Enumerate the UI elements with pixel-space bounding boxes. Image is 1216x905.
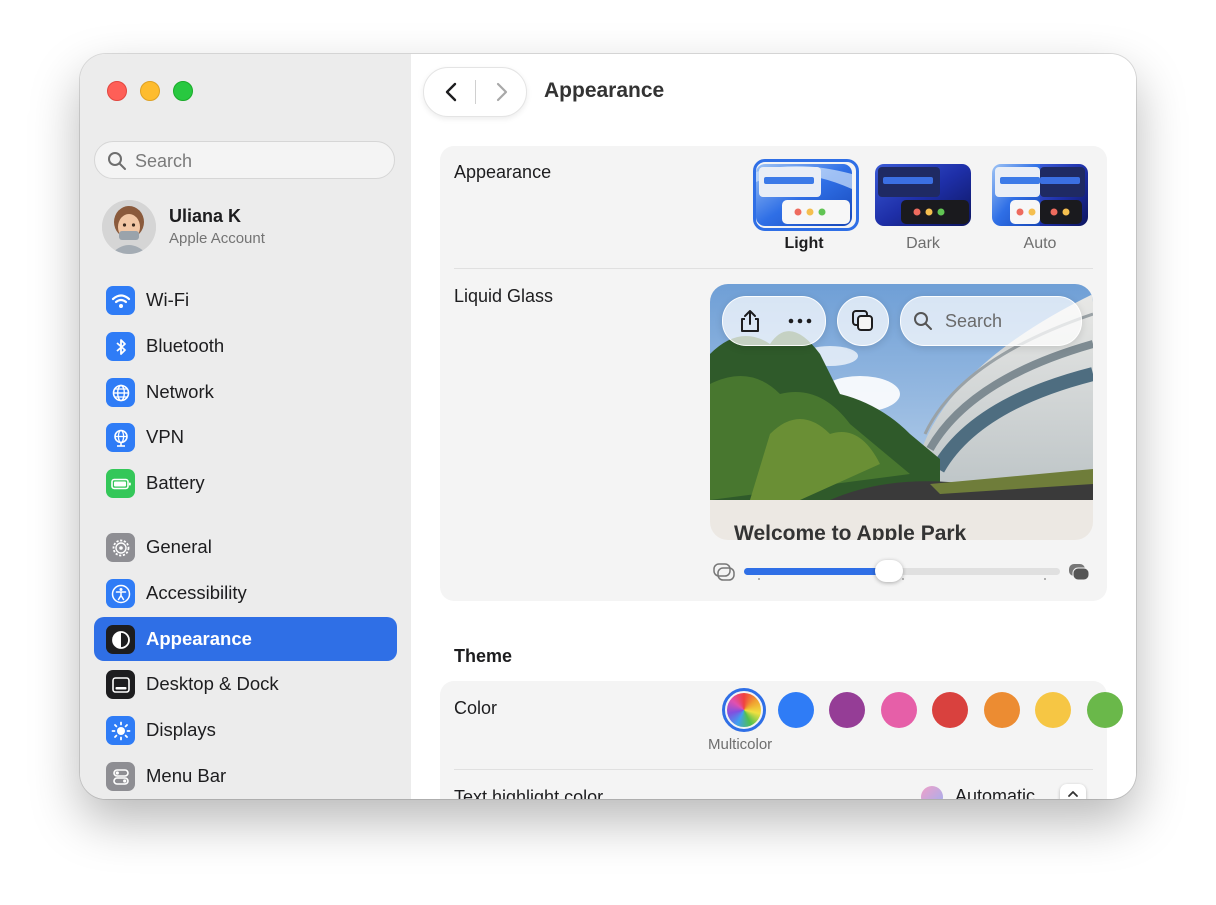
- navigation-divider: [475, 80, 476, 104]
- settings-window: Search Uliana K Apple Account Wi-Fi Blue…: [80, 54, 1136, 799]
- more-icon: [788, 318, 812, 324]
- sidebar-item-label: Displays: [146, 719, 216, 740]
- sidebar-item-label: Network: [146, 381, 214, 402]
- sidebar-item-menu-bar[interactable]: Menu Bar: [94, 754, 397, 798]
- light-mode-thumbnail[interactable]: [756, 164, 852, 226]
- preview-tabs-pill: [837, 296, 889, 346]
- search-icon: [108, 152, 126, 170]
- preview-toolbar-pill: [722, 296, 826, 346]
- liquid-glass-preview: Search Welcome to Apple Park: [710, 284, 1093, 540]
- close-window-button[interactable]: [107, 81, 127, 101]
- color-swatch-multicolor[interactable]: [727, 693, 761, 727]
- color-swatch-purple[interactable]: [829, 692, 865, 728]
- highlight-color-stepper[interactable]: [1060, 784, 1086, 799]
- preview-search-pill: Search: [900, 296, 1082, 346]
- search-field[interactable]: Search: [94, 141, 395, 179]
- slider-knob[interactable]: [875, 560, 904, 582]
- row-divider: [454, 769, 1093, 770]
- account-name: Uliana K: [169, 206, 242, 226]
- minimize-window-button[interactable]: [140, 81, 160, 101]
- sidebar-item-wifi[interactable]: Wi-Fi: [94, 278, 397, 322]
- glass-tinted-icon: [1069, 564, 1090, 581]
- light-mode-label: Light: [784, 235, 824, 252]
- chevron-right-icon[interactable]: [490, 81, 512, 103]
- color-swatch-yellow[interactable]: [1035, 692, 1071, 728]
- globe-icon: [106, 378, 135, 407]
- search-icon: [914, 312, 932, 330]
- liquid-glass-label: Liquid Glass: [454, 286, 554, 306]
- battery-icon: [106, 469, 135, 498]
- color-swatch-red[interactable]: [932, 692, 968, 728]
- dark-mode-thumbnail[interactable]: [875, 164, 971, 226]
- auto-mode-thumbnail[interactable]: [992, 164, 1088, 226]
- preview-caption: Welcome to Apple Park: [734, 522, 967, 540]
- sun-icon: [106, 716, 135, 745]
- sidebar-item-label: Desktop & Dock: [146, 673, 279, 694]
- zoom-window-button[interactable]: [173, 81, 193, 101]
- appearance-icon: [106, 625, 135, 654]
- sidebar-item-label: VPN: [146, 426, 185, 447]
- appearance-card: Appearance Light Dark Auto Liquid Glass …: [440, 146, 1107, 601]
- sidebar-item-label: Accessibility: [146, 582, 247, 603]
- accessibility-icon: [106, 579, 135, 608]
- content-pane: Appearance Appearance Light Dark Auto Li…: [411, 54, 1136, 799]
- color-swatch-pink[interactable]: [881, 692, 917, 728]
- sidebar-item-battery[interactable]: Battery: [94, 461, 397, 505]
- sidebar-item-label: Bluetooth: [146, 335, 225, 356]
- wifi-icon: [106, 286, 135, 315]
- avatar: [102, 200, 156, 254]
- liquid-glass-slider[interactable]: [744, 560, 1060, 582]
- menubar-icon: [106, 762, 135, 791]
- sidebar: Search Uliana K Apple Account Wi-Fi Blue…: [80, 54, 412, 799]
- sidebar-item-general[interactable]: General: [94, 525, 397, 569]
- share-icon: [741, 310, 759, 332]
- color-swatch-blue[interactable]: [778, 692, 814, 728]
- row-divider: [454, 268, 1093, 269]
- glass-clear-icon: [713, 563, 735, 581]
- tabs-icon: [852, 310, 873, 331]
- apple-account-row[interactable]: Uliana K Apple Account: [102, 200, 402, 256]
- gear-icon: [106, 533, 135, 562]
- sidebar-item-bluetooth[interactable]: Bluetooth: [94, 324, 397, 368]
- highlight-swatch: [921, 786, 943, 799]
- auto-mode-label: Auto: [1023, 235, 1057, 252]
- chevron-up-down-icon: [1068, 791, 1078, 797]
- sidebar-item-label: Wi-Fi: [146, 289, 190, 310]
- text-highlight-label: Text highlight color: [454, 787, 604, 799]
- search-placeholder: Search: [135, 151, 193, 171]
- bluetooth-icon: [106, 332, 135, 361]
- sidebar-item-label: General: [146, 536, 212, 557]
- dock-icon: [106, 670, 135, 699]
- text-highlight-value[interactable]: Automatic: [955, 786, 1035, 799]
- chevron-left-icon[interactable]: [441, 81, 463, 103]
- sidebar-item-label: Battery: [146, 472, 205, 493]
- sidebar-item-desktop-dock[interactable]: Desktop & Dock: [94, 662, 397, 706]
- slider-tick: [758, 578, 760, 580]
- appearance-label: Appearance: [454, 162, 552, 182]
- sidebar-item-label: Appearance: [146, 628, 252, 649]
- dark-mode-label: Dark: [906, 235, 940, 252]
- theme-section-title: Theme: [454, 646, 513, 666]
- color-label: Color: [454, 698, 498, 718]
- preview-search-placeholder: Search: [945, 311, 1003, 331]
- slider-fill: [744, 568, 890, 575]
- page-title: Appearance: [544, 79, 665, 102]
- sidebar-item-vpn[interactable]: VPN: [94, 415, 397, 459]
- slider-tick: [1044, 578, 1046, 580]
- color-swatch-green[interactable]: [1087, 692, 1123, 728]
- sidebar-item-displays[interactable]: Displays: [94, 708, 397, 752]
- selected-color-label: Multicolor: [708, 736, 773, 753]
- sidebar-item-accessibility[interactable]: Accessibility: [94, 571, 397, 615]
- history-navigation: [423, 67, 527, 117]
- sidebar-item-appearance[interactable]: Appearance: [94, 617, 397, 661]
- color-swatch-orange[interactable]: [984, 692, 1020, 728]
- account-subtitle: Apple Account: [169, 230, 265, 247]
- sidebar-item-label: Menu Bar: [146, 765, 227, 786]
- sidebar-item-network[interactable]: Network: [94, 370, 397, 414]
- vpn-globe-icon: [106, 423, 135, 452]
- slider-tick: [902, 578, 904, 580]
